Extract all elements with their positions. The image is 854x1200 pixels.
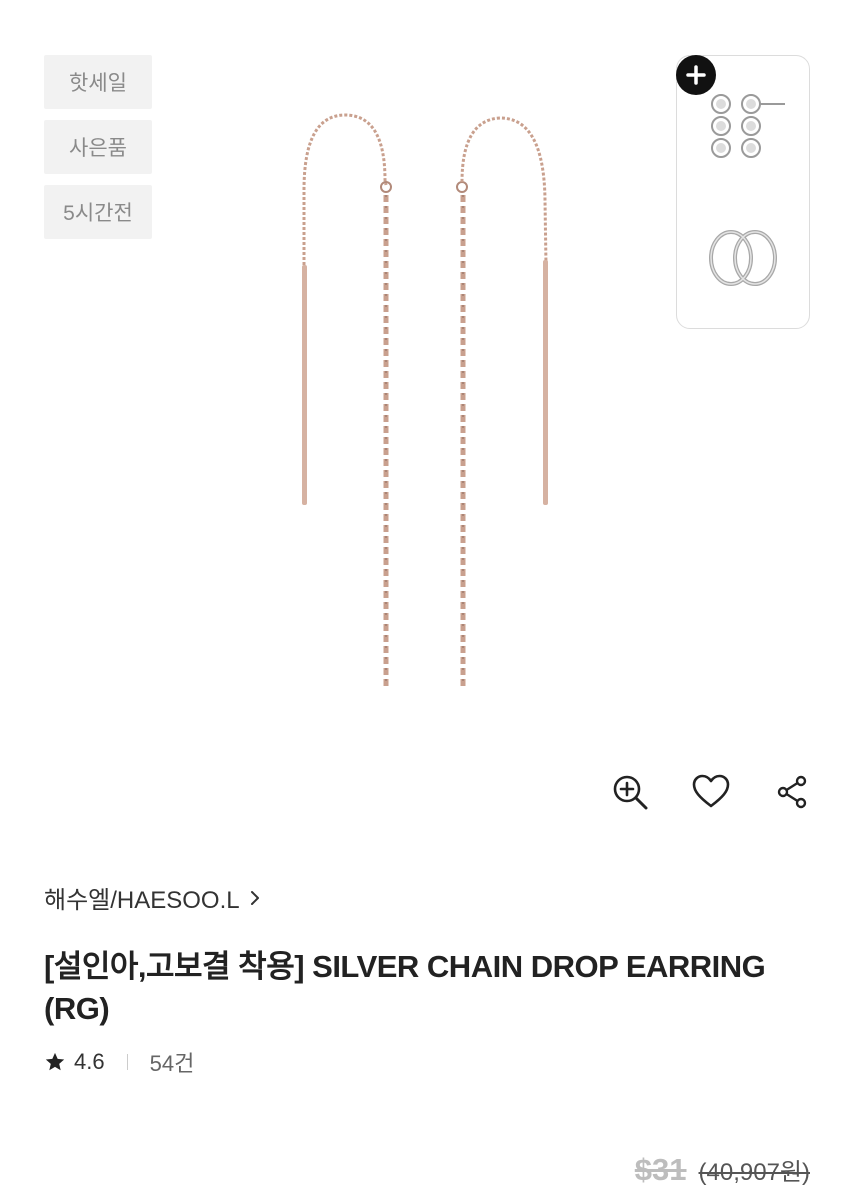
price-block: $31 (40,907원) (635, 1152, 810, 1188)
earring-right (456, 116, 548, 690)
plus-icon[interactable] (676, 55, 716, 95)
heart-icon (692, 774, 730, 808)
price-krw: (40,907원) (698, 1159, 810, 1186)
badge-gift: 사은품 (44, 120, 152, 174)
rating-summary[interactable]: 4.6 54건 (44, 1046, 194, 1078)
brand-name: 해수엘/HAESOO.L (44, 887, 240, 914)
thumbnail-stud-earrings[interactable] (693, 84, 793, 184)
product-main-image[interactable] (200, 90, 640, 730)
badge-hot-sale: 핫세일 (44, 55, 152, 109)
zoom-in-icon (613, 775, 648, 810)
product-title: [설인아,고보결 착용] SILVER CHAIN DROP EARRING (… (44, 949, 766, 1026)
share-icon (777, 775, 807, 809)
chevron-right-icon (250, 890, 259, 905)
review-count: 54건 (149, 1051, 195, 1076)
divider (126, 1054, 128, 1070)
badge-time: 5시간전 (44, 185, 152, 239)
share-button[interactable] (770, 770, 814, 814)
badge-list: 핫세일 사은품 5시간전 (44, 55, 152, 239)
related-products-panel[interactable] (676, 55, 810, 329)
thumbnail-ear-cuff[interactable] (693, 206, 793, 306)
zoom-button[interactable] (608, 770, 652, 814)
product-actions (600, 770, 820, 818)
wishlist-button[interactable] (689, 770, 733, 814)
earring-left (302, 113, 392, 690)
star-icon (45, 1052, 65, 1071)
brand-link[interactable]: 해수엘/HAESOO.L (44, 880, 262, 915)
price-usd: $31 (634, 1152, 687, 1187)
rating-value: 4.6 (74, 1049, 105, 1074)
